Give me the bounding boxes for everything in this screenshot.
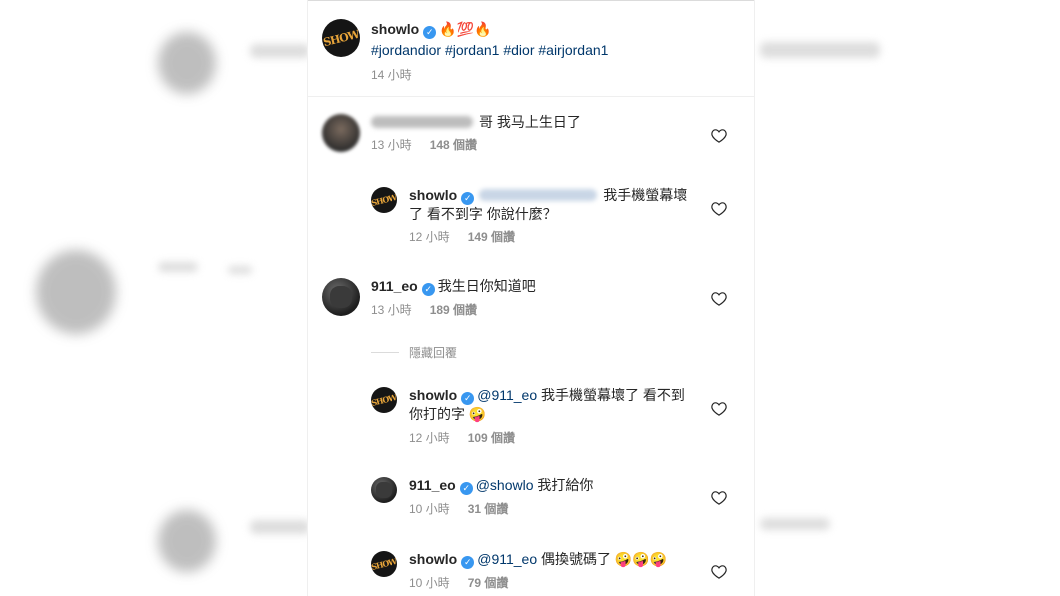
like-count[interactable]: 148 個讚 [430, 138, 477, 152]
hashtag[interactable]: #jordandior [371, 42, 441, 58]
hashtag[interactable]: #airjordan1 [538, 42, 608, 58]
username[interactable]: showlo [409, 187, 457, 203]
comment: 哥 我马上生日了 13 小時 148 個讚 [371, 113, 754, 153]
verified-badge-icon: ✓ [461, 556, 475, 569]
mention-link[interactable]: @showlo [476, 477, 534, 493]
username[interactable]: 911_eo [371, 278, 418, 294]
reply: showlo ✓ @911_eo 我手機螢幕壞了 看不到你打的字 🤪 12 小時 10… [409, 386, 689, 446]
heart-outline-icon[interactable] [710, 289, 728, 307]
caption-emojis: 🔥💯🔥 [439, 22, 492, 38]
divider [371, 352, 399, 353]
blurred-mention [479, 189, 598, 201]
comment-time: 10 小時 [409, 576, 450, 590]
post-caption: showlo ✓ 🔥💯🔥 #jordandior #jordan1 #dior #a… [371, 20, 754, 83]
username[interactable]: 911_eo [409, 477, 456, 493]
like-count[interactable]: 149 個讚 [468, 230, 515, 244]
avatar[interactable] [322, 114, 360, 152]
comment-time: 10 小時 [409, 502, 450, 516]
verified-badge-icon: ✓ [423, 26, 437, 39]
comments-panel: SHOW showlo ✓ 🔥💯🔥 #jordandior #jordan1 #di… [307, 0, 755, 596]
like-count[interactable]: 189 個讚 [430, 303, 477, 317]
comment-text: 我生日你知道吧 [437, 278, 536, 294]
post-time: 14 小時 [371, 68, 412, 82]
hide-replies-label: 隱藏回覆 [409, 346, 458, 360]
avatar[interactable]: SHOW [371, 551, 397, 577]
avatar[interactable]: SHOW [371, 387, 397, 413]
comment-time: 12 小時 [409, 431, 450, 445]
comment-text: 我打給你 [537, 477, 594, 493]
verified-badge-icon: ✓ [421, 283, 435, 296]
heart-outline-icon[interactable] [710, 562, 728, 580]
avatar[interactable] [371, 477, 397, 503]
hashtag[interactable]: #dior [503, 42, 534, 58]
reply: showlo ✓ @911_eo 偶換號碼了 🤪🤪🤪 10 小時 79 個讚 [409, 550, 699, 591]
heart-outline-icon[interactable] [710, 126, 728, 144]
verified-badge-icon: ✓ [461, 392, 475, 405]
comment-time: 13 小時 [371, 138, 412, 152]
divider [308, 96, 754, 97]
username[interactable]: showlo [371, 21, 419, 37]
verified-badge-icon: ✓ [461, 192, 475, 205]
username[interactable]: showlo [409, 551, 457, 567]
like-count[interactable]: 79 個讚 [468, 576, 509, 590]
reply: 911_eo ✓ @showlo 我打給你 10 小時 31 個讚 [409, 476, 689, 517]
mention-link[interactable]: @911_eo [477, 551, 537, 567]
comment-text: 哥 我马上生日了 [479, 114, 581, 130]
emoji: 🤪🤪🤪 [614, 552, 668, 568]
reply: showlo ✓ 我手機螢幕壞了 看不到字 你說什麼？ 12 小時 149 個讚 [409, 186, 689, 245]
blurred-username [371, 116, 473, 128]
avatar[interactable]: SHOW [371, 187, 397, 213]
mention-link[interactable]: @911_eo [477, 387, 537, 403]
heart-outline-icon[interactable] [710, 199, 728, 217]
divider [308, 0, 754, 1]
heart-outline-icon[interactable] [710, 488, 728, 506]
heart-outline-icon[interactable] [710, 399, 728, 417]
verified-badge-icon: ✓ [459, 482, 473, 495]
hashtag[interactable]: #jordan1 [445, 42, 500, 58]
comment-time: 13 小時 [371, 303, 412, 317]
emoji: 🤪 [468, 407, 487, 423]
comment: 911_eo ✓ 我生日你知道吧 13 小時 189 個讚 [371, 277, 754, 318]
avatar[interactable]: SHOW [322, 19, 360, 57]
avatar[interactable] [322, 278, 360, 316]
hide-replies-button[interactable]: 隱藏回覆 [371, 344, 457, 361]
comment-time: 12 小時 [409, 230, 450, 244]
like-count[interactable]: 31 個讚 [468, 502, 509, 516]
like-count[interactable]: 109 個讚 [468, 431, 515, 445]
username[interactable]: showlo [409, 387, 457, 403]
comment-text: 偶換號碼了 [541, 551, 612, 567]
